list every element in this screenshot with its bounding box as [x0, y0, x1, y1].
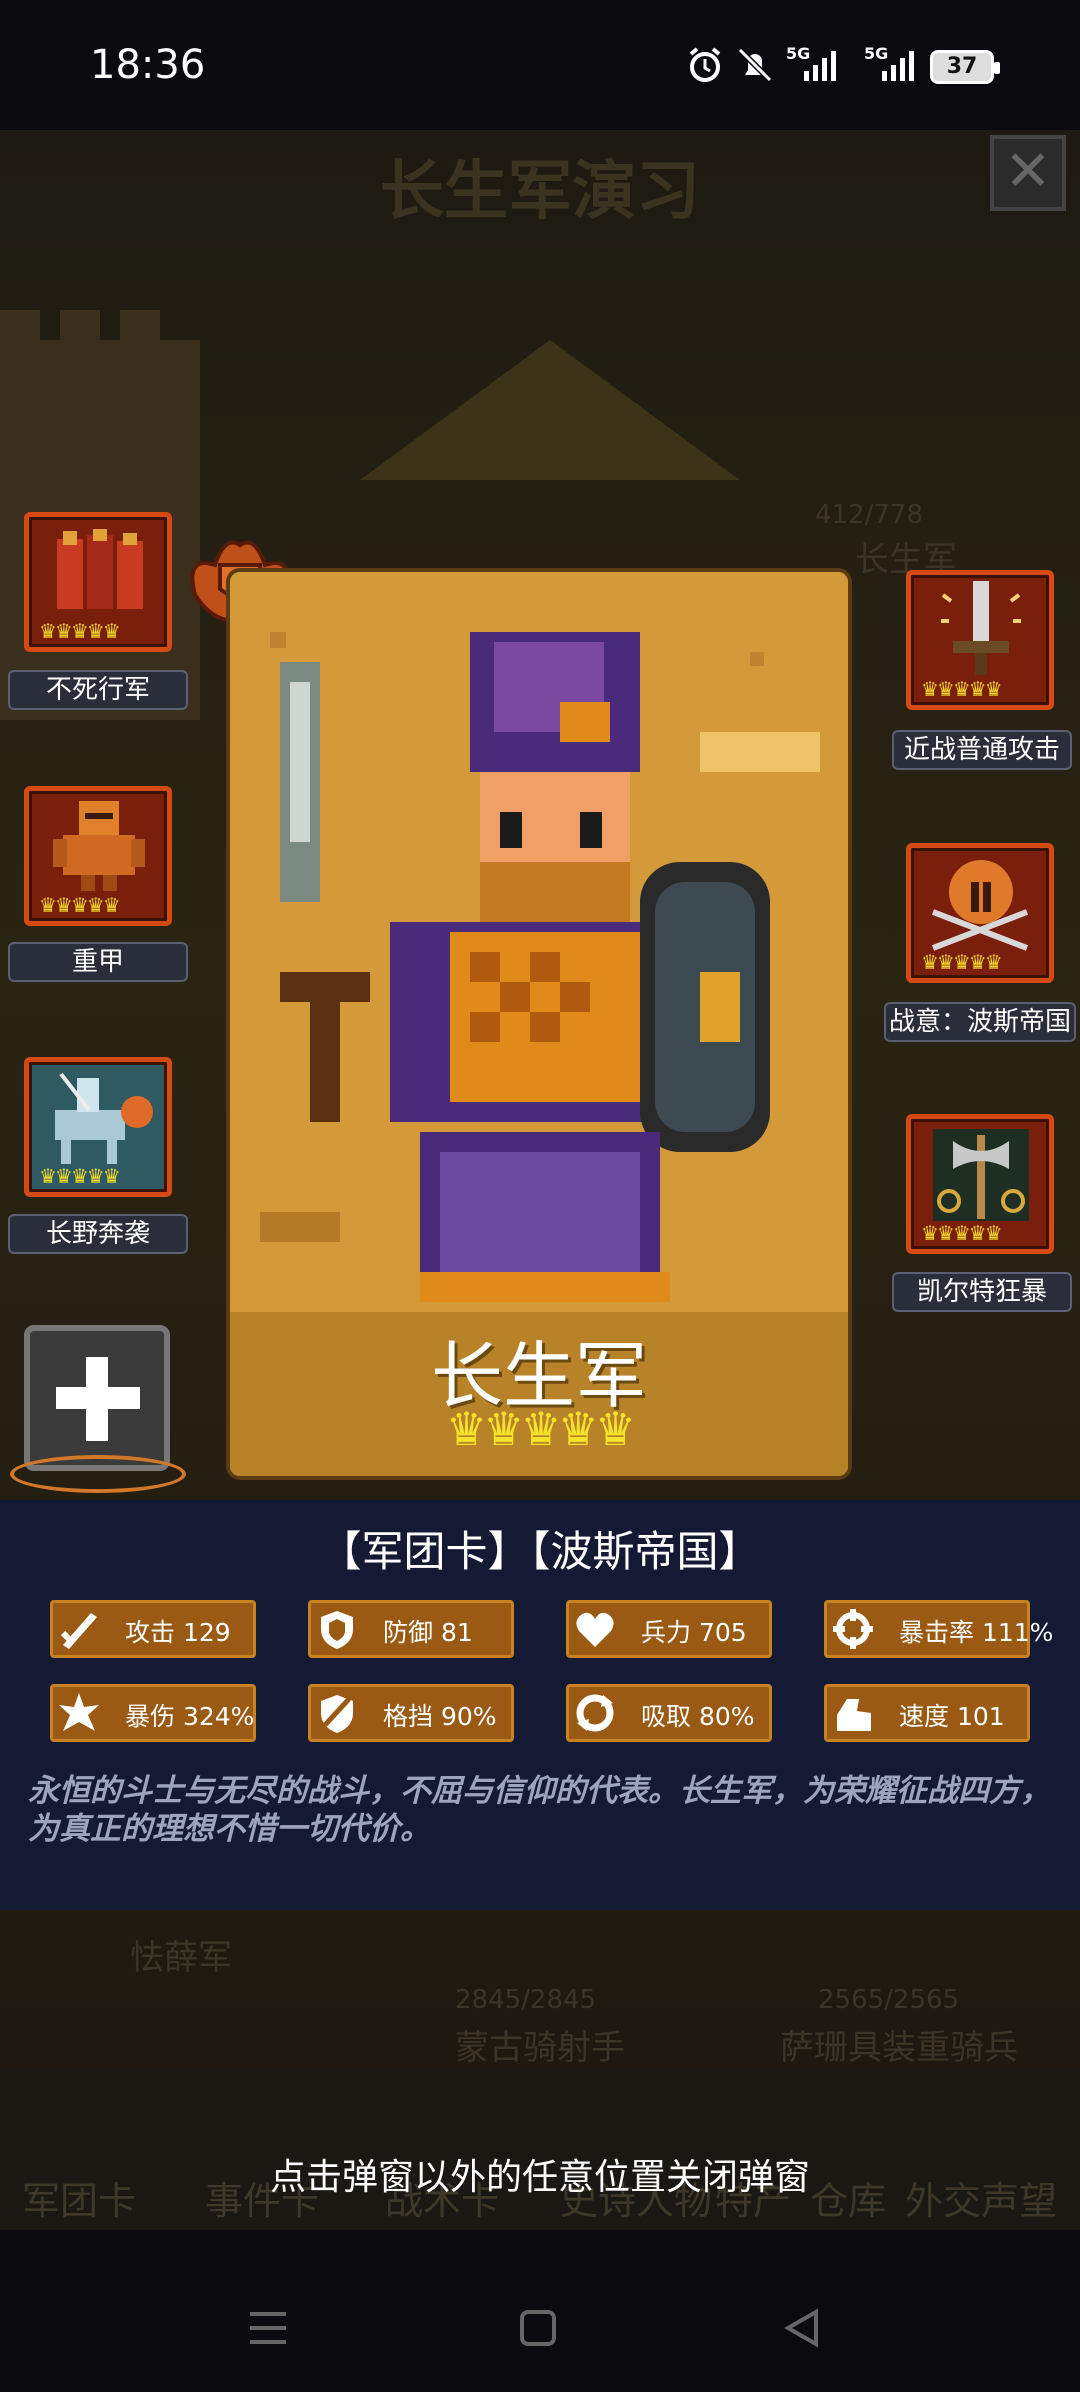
skill-label-long-raid: 长野奔袭 [8, 1214, 188, 1254]
signal-icon [804, 51, 836, 81]
mid-unit-counter: 2845/2845 [455, 1985, 597, 2015]
alarm-icon [689, 47, 721, 82]
skill-heavy-armor[interactable]: ♛♛♛♛♛ [24, 786, 172, 926]
signal-icon-2 [882, 51, 914, 81]
attack-icon [60, 1613, 97, 1649]
home-icon[interactable] [518, 2308, 558, 2348]
celtic-axe-icon [933, 1129, 1029, 1221]
stat-label: 攻击 129 [125, 1618, 231, 1647]
skill-crowns: ♛♛♛♛♛ [921, 950, 1003, 974]
stat-speed: 速度 101 [824, 1684, 1030, 1742]
stat-crit-rate: 暴击率 111% [824, 1600, 1053, 1658]
skill-persian-spirit[interactable]: ♛♛♛♛♛ [906, 843, 1054, 983]
unit-counter: 412/778 [815, 500, 924, 530]
crit-rate-icon [833, 1609, 873, 1649]
stat-label: 吸取 80% [641, 1702, 755, 1731]
heart-icon [576, 1612, 614, 1647]
skill-crowns: ♛♛♛♛♛ [921, 677, 1003, 701]
mid-unit-name: 蒙古骑射手 [455, 2028, 625, 2068]
add-button-ring [10, 1455, 186, 1493]
skill-label-heavy-armor: 重甲 [8, 942, 188, 982]
stat-label: 兵力 705 [641, 1618, 747, 1647]
right-unit-name: 萨珊具装重骑兵 [780, 2028, 1018, 2068]
block-icon [321, 1695, 353, 1733]
stat-troops: 兵力 705 [566, 1600, 772, 1658]
mountain-icon [360, 340, 740, 480]
skill-label-celtic-rage: 凯尔特狂暴 [892, 1272, 1072, 1312]
skill-melee-attack[interactable]: ♛♛♛♛♛ [906, 570, 1054, 710]
status-bar: 18:36 5G 5G 37 [0, 0, 1080, 130]
skill-undead-march[interactable]: ♛♛♛♛♛ [24, 512, 172, 652]
stat-label: 暴击率 111% [899, 1618, 1054, 1647]
menu-icon[interactable] [248, 2310, 288, 2346]
stat-label: 格挡 90% [383, 1702, 497, 1731]
mute-icon [737, 47, 773, 83]
add-skill-button[interactable] [24, 1325, 170, 1471]
battle-title: 长生军演习 [380, 155, 700, 229]
skill-label-undead-march: 不死行军 [8, 670, 188, 710]
stat-lifesteal: 吸取 80% [566, 1684, 772, 1742]
undead-march-icon [57, 529, 143, 609]
stat-label: 速度 101 [899, 1702, 1005, 1731]
spartan-helmet-icon [931, 860, 1029, 951]
speed-icon [837, 1699, 871, 1731]
skill-celtic-rage[interactable]: ♛♛♛♛♛ [906, 1114, 1054, 1254]
stat-defense: 防御 81 [308, 1600, 514, 1658]
card-star-crowns: ♛♛♛♛♛ [445, 1402, 636, 1456]
stat-label: 防御 81 [383, 1618, 473, 1647]
right-unit-counter: 2565/2565 [818, 1985, 960, 2015]
long-raid-icon [55, 1072, 153, 1164]
skill-crowns: ♛♛♛♛♛ [39, 1164, 121, 1188]
back-icon[interactable] [782, 2308, 822, 2348]
skill-crowns: ♛♛♛♛♛ [39, 893, 121, 917]
stat-block: 格挡 90% [308, 1684, 514, 1742]
battery-indicator: 37 [930, 50, 1000, 84]
sword-icon [941, 581, 1021, 675]
close-icon[interactable]: ✕ [990, 135, 1066, 211]
clock: 18:36 [90, 42, 206, 88]
heavy-armor-icon [53, 801, 145, 891]
skill-crowns: ♛♛♛♛♛ [39, 619, 121, 643]
skill-long-raid[interactable]: ♛♛♛♛♛ [24, 1057, 172, 1197]
unit-card[interactable]: 长生军 ♛♛♛♛♛ [226, 568, 852, 1480]
stat-attack: 攻击 129 [50, 1600, 256, 1658]
flavor-text: 永恒的斗士与无尽的战斗，不屈与信仰的代表。长生军，为荣耀征战四方，为真正的理想不… [28, 1773, 1051, 1847]
card-type-header: 【军团卡】【波斯帝国】 [319, 1527, 761, 1576]
crit-damage-icon [59, 1693, 99, 1731]
defense-icon [321, 1611, 353, 1649]
lifesteal-icon [576, 1694, 614, 1732]
stat-label: 暴伤 324% [125, 1702, 255, 1731]
skill-label-melee-attack: 近战普通攻击 [892, 730, 1072, 770]
stat-crit-damage: 暴伤 324% [50, 1684, 256, 1742]
left-unit-name: 怯薛军 [130, 1938, 232, 1978]
skill-label-persian-spirit: 战意：波斯帝国 [884, 1002, 1076, 1042]
close-hint: 点击弹窗以外的任意位置关闭弹窗 [269, 2157, 810, 2198]
system-navigation-bar [0, 2260, 1080, 2392]
skill-crowns: ♛♛♛♛♛ [921, 1221, 1003, 1245]
